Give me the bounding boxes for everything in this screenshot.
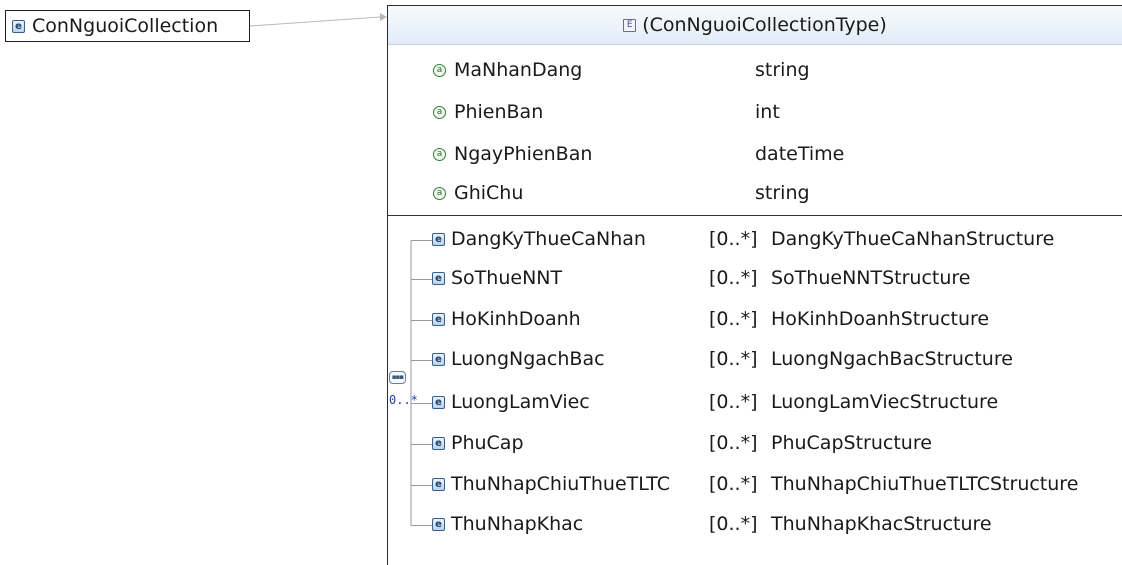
attribute-row[interactable]: a PhienBan int (388, 94, 1122, 130)
attribute-type: string (755, 59, 810, 81)
element-name: SoThueNNT (451, 267, 563, 289)
element-type: SoThueNNTStructure (771, 267, 971, 289)
complex-type-header[interactable]: E (ConNguoiCollectionType) (388, 6, 1122, 45)
attribute-type: string (755, 182, 810, 204)
complex-type-label: (ConNguoiCollectionType) (642, 14, 887, 36)
element-cardinality: [0..*] (709, 513, 758, 535)
element-icon: e (432, 313, 445, 326)
element-type: HoKinhDoanhStructure (771, 308, 990, 330)
element-icon: e (432, 478, 445, 491)
attribute-name: MaNhanDang (454, 59, 583, 81)
child-element-row[interactable]: e ThuNhapChiuThueTLTC [0..*] ThuNhapChiu… (388, 467, 1122, 503)
element-type: PhuCapStructure (771, 432, 932, 454)
element-cardinality: [0..*] (709, 473, 758, 495)
element-icon: e (432, 233, 445, 246)
attribute-icon: a (433, 64, 446, 77)
child-element-row[interactable]: e PhuCap [0..*] PhuCapStructure (388, 426, 1122, 462)
element-icon: e (432, 518, 445, 531)
element-name: LuongLamViec (451, 391, 590, 413)
element-icon: e (432, 437, 445, 450)
element-name: LuongNgachBac (451, 348, 605, 370)
attribute-type: int (755, 101, 780, 123)
element-name: HoKinhDoanh (451, 308, 581, 330)
attribute-row[interactable]: a NgayPhienBan dateTime (388, 136, 1122, 172)
element-cardinality: [0..*] (709, 391, 758, 413)
child-element-row[interactable]: e HoKinhDoanh [0..*] HoKinhDoanhStructur… (388, 302, 1122, 338)
child-element-row[interactable]: e LuongNgachBac [0..*] LuongNgachBacStru… (388, 342, 1122, 378)
attribute-name: PhienBan (454, 101, 544, 123)
root-to-type-connector (249, 16, 381, 27)
element-name: ThuNhapKhac (451, 513, 584, 535)
attribute-row[interactable]: a MaNhanDang string (388, 52, 1122, 88)
root-element-node[interactable]: e ConNguoiCollection (5, 10, 250, 42)
attribute-icon: a (433, 187, 446, 200)
element-icon: e (12, 19, 25, 33)
arrowhead (380, 13, 387, 21)
child-element-row[interactable]: e DangKyThueCaNhan [0..*] DangKyThueCaNh… (388, 222, 1122, 258)
attributes-elements-divider (388, 215, 1122, 216)
element-name: DangKyThueCaNhan (451, 228, 646, 250)
element-name: PhuCap (451, 432, 524, 454)
element-type: ThuNhapKhacStructure (771, 513, 992, 535)
child-element-row[interactable]: e ThuNhapKhac [0..*] ThuNhapKhacStructur… (388, 507, 1122, 543)
element-cardinality: [0..*] (709, 432, 758, 454)
attribute-icon: a (433, 106, 446, 119)
element-icon: e (432, 272, 445, 285)
root-element-label: ConNguoiCollection (32, 15, 219, 37)
element-cardinality: [0..*] (709, 348, 758, 370)
attribute-type: dateTime (755, 143, 845, 165)
element-type: DangKyThueCaNhanStructure (771, 228, 1055, 250)
child-element-row[interactable]: e LuongLamViec [0..*] LuongLamViecStruct… (388, 385, 1122, 421)
attribute-row[interactable]: a GhiChu string (388, 175, 1122, 211)
element-name: ThuNhapChiuThueTLTC (451, 473, 670, 495)
element-type: LuongLamViecStructure (771, 391, 999, 413)
element-cardinality: [0..*] (709, 308, 758, 330)
element-cardinality: [0..*] (709, 228, 758, 250)
element-type: ThuNhapChiuThueTLTCStructure (771, 473, 1079, 495)
attribute-name: NgayPhienBan (454, 143, 593, 165)
element-icon: e (432, 353, 445, 366)
element-type: LuongNgachBacStructure (771, 348, 1013, 370)
element-cardinality: [0..*] (709, 267, 758, 289)
attribute-icon: a (433, 148, 446, 161)
complex-type-icon: E (623, 18, 637, 32)
attribute-name: GhiChu (454, 182, 524, 204)
element-icon: e (432, 396, 445, 409)
child-element-row[interactable]: e SoThueNNT [0..*] SoThueNNTStructure (388, 261, 1122, 297)
